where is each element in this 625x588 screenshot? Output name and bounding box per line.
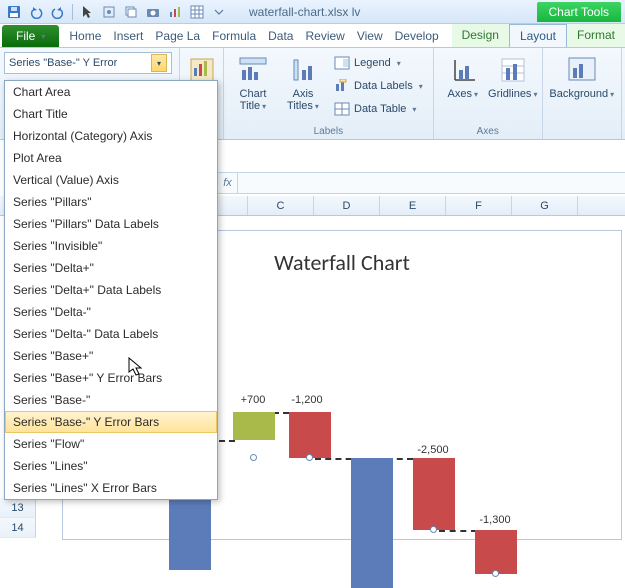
table-icon[interactable] xyxy=(187,2,207,22)
dropdown-item[interactable]: Chart Area xyxy=(5,81,217,103)
redo-icon[interactable] xyxy=(48,2,68,22)
quick-access-toolbar xyxy=(4,2,229,22)
undo-icon[interactable] xyxy=(26,2,46,22)
dropdown-item[interactable]: Series "Invisible" xyxy=(5,235,217,257)
dropdown-item[interactable]: Series "Base+" Y Error Bars xyxy=(5,367,217,389)
data-labels-button[interactable]: Data Labels▾ xyxy=(330,75,427,97)
dropdown-item[interactable]: Series "Base+" xyxy=(5,345,217,367)
col-c[interactable]: C xyxy=(248,196,314,215)
tab-formulas[interactable]: Formula xyxy=(206,25,262,47)
dropdown-item[interactable]: Series "Base-" xyxy=(5,389,217,411)
chart-title-button[interactable]: Chart Title▾ xyxy=(230,52,276,115)
copy-icon[interactable] xyxy=(121,2,141,22)
dropdown-item[interactable]: Series "Lines" xyxy=(5,455,217,477)
bar-delta-1[interactable] xyxy=(289,412,331,458)
dropdown-item[interactable]: Series "Pillars" xyxy=(5,191,217,213)
chevron-down-icon[interactable]: ▾ xyxy=(151,54,167,72)
tab-data[interactable]: Data xyxy=(262,25,299,47)
formula-input[interactable] xyxy=(238,173,625,193)
chart-element-selector[interactable]: Series "Base-" Y Error ▾ xyxy=(4,52,172,74)
row-headers: 13 14 xyxy=(0,498,36,538)
dropdown-item[interactable]: Vertical (Value) Axis xyxy=(5,169,217,191)
fx-icon[interactable]: fx xyxy=(218,173,238,193)
bar-baseplus[interactable] xyxy=(233,412,275,440)
gridlines-button[interactable]: Gridlines▾ xyxy=(490,52,536,103)
contextual-tools: Chart Tools xyxy=(537,2,621,22)
dropdown-item[interactable]: Series "Delta-" Data Labels xyxy=(5,323,217,345)
tab-developer[interactable]: Develop xyxy=(389,25,445,47)
row-14[interactable]: 14 xyxy=(0,518,36,538)
dropdown-item[interactable]: Series "Lines" X Error Bars xyxy=(5,477,217,499)
tab-home[interactable]: Home xyxy=(63,25,107,47)
camera-icon[interactable] xyxy=(143,2,163,22)
tab-page-layout[interactable]: Page La xyxy=(149,25,206,47)
dropdown-item[interactable]: Series "Pillars" Data Labels xyxy=(5,213,217,235)
row-13[interactable]: 13 xyxy=(0,498,36,518)
label-minus1300: -1,300 xyxy=(479,514,510,526)
label-minus1200: -1,200 xyxy=(291,394,322,406)
axis-titles-button[interactable]: Axis Titles▾ xyxy=(280,52,326,115)
error-bar-handle[interactable] xyxy=(306,454,313,461)
cursor-icon[interactable] xyxy=(77,2,97,22)
labels-group-title: Labels xyxy=(314,124,343,137)
col-f[interactable]: F xyxy=(446,196,512,215)
tab-design[interactable]: Design xyxy=(452,24,509,47)
data-table-button[interactable]: Data Table▾ xyxy=(330,98,427,120)
axes-group-title: Axes xyxy=(477,124,499,137)
error-bar-handle[interactable] xyxy=(430,526,437,533)
formula-bar: fx xyxy=(218,172,625,194)
col-d[interactable]: D xyxy=(314,196,380,215)
dropdown-item[interactable]: Chart Title xyxy=(5,103,217,125)
title-bar: waterfall-chart.xlsx lv Chart Tools xyxy=(0,0,625,24)
col-e[interactable]: E xyxy=(380,196,446,215)
dropdown-item[interactable]: Plot Area xyxy=(5,147,217,169)
axes-button[interactable]: Axes▾ xyxy=(440,52,486,103)
error-bar-handle[interactable] xyxy=(250,454,257,461)
tab-insert[interactable]: Insert xyxy=(107,25,149,47)
dropdown-item[interactable]: Series "Delta-" xyxy=(5,301,217,323)
error-bar-handle[interactable] xyxy=(492,570,499,577)
legend-button[interactable]: Legend▾ xyxy=(330,52,427,74)
bar-pillar-2[interactable] xyxy=(351,458,393,588)
label-plus700: +700 xyxy=(241,394,266,406)
file-tab[interactable]: File▾ xyxy=(2,25,59,47)
tab-format[interactable]: Format xyxy=(567,24,625,47)
dropdown-item[interactable]: Series "Delta+" Data Labels xyxy=(5,279,217,301)
bar-delta-3[interactable] xyxy=(475,530,517,574)
bar-delta-2[interactable] xyxy=(413,458,455,530)
tab-view[interactable]: View xyxy=(351,25,389,47)
tab-review[interactable]: Review xyxy=(299,25,350,47)
chart-element-dropdown[interactable]: Chart Area Chart Title Horizontal (Categ… xyxy=(4,80,218,500)
dropdown-item[interactable]: Series "Flow" xyxy=(5,433,217,455)
document-name: waterfall-chart.xlsx lv xyxy=(249,5,360,19)
ribbon-tabs: File▾ Home Insert Page La Formula Data R… xyxy=(0,24,625,48)
chart-tools-label: Chart Tools xyxy=(537,2,621,22)
tab-layout[interactable]: Layout xyxy=(509,24,567,47)
background-button[interactable]: Background▾ xyxy=(549,52,615,103)
chart-element-selector-value: Series "Base-" Y Error xyxy=(9,57,117,69)
col-g[interactable]: G xyxy=(512,196,578,215)
dropdown-item[interactable]: Horizontal (Category) Axis xyxy=(5,125,217,147)
save-icon[interactable] xyxy=(4,2,24,22)
dropdown-item[interactable]: Series "Delta+" xyxy=(5,257,217,279)
qat-more-icon[interactable] xyxy=(209,2,229,22)
label-minus2500: -2,500 xyxy=(417,444,448,456)
touch-icon[interactable] xyxy=(99,2,119,22)
chart-icon[interactable] xyxy=(165,2,185,22)
dropdown-item-highlighted[interactable]: Series "Base-" Y Error Bars xyxy=(5,411,217,433)
